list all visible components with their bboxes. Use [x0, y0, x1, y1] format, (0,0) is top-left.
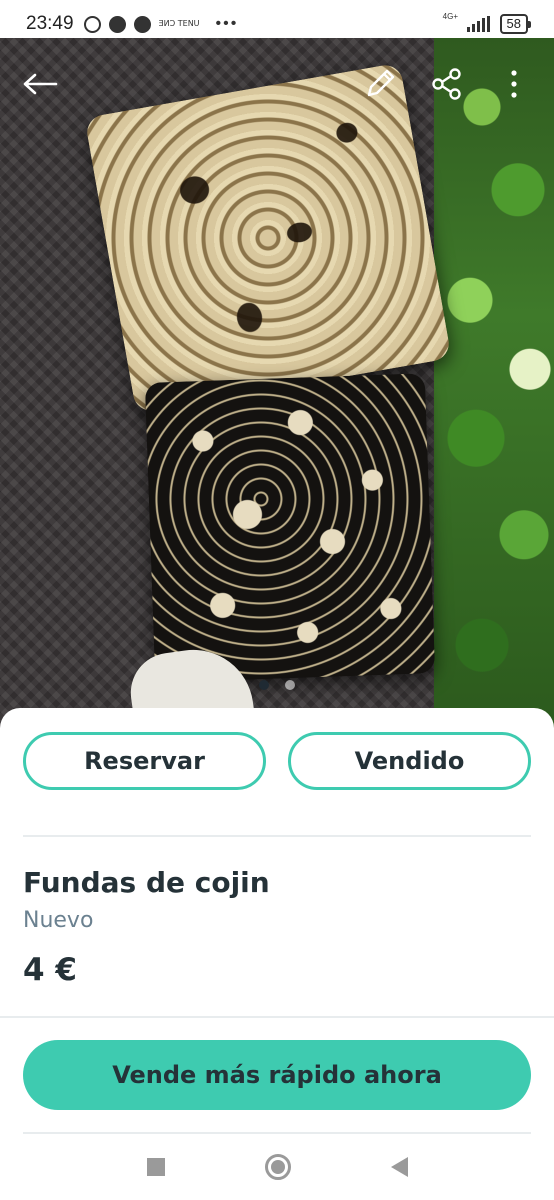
notification-icons: ƎИƆ ΤΕΝU ••• [83, 15, 239, 33]
system-nav-bar [0, 1134, 554, 1200]
alarm-icon [83, 15, 101, 33]
system-back-icon[interactable] [390, 1157, 408, 1177]
product-photo[interactable] [0, 38, 554, 728]
recent-apps-icon[interactable] [146, 1158, 165, 1176]
product-title: Fundas de cojin [23, 866, 270, 899]
edit-button[interactable] [356, 60, 404, 108]
product-sheet: Reservar Vendido Fundas de cojin Nuevo 4… [0, 708, 554, 1200]
reserve-button[interactable]: Reservar [23, 732, 266, 790]
battery-indicator: 58 [499, 14, 532, 34]
pencil-icon [367, 69, 395, 97]
divider [0, 1016, 554, 1018]
back-button[interactable] [16, 60, 64, 108]
pager-dot-active[interactable] [259, 680, 269, 690]
photo-cushion-gold [84, 62, 452, 414]
app-icon [133, 15, 151, 33]
signal-icon [466, 16, 490, 32]
network-type: 4G+ [442, 12, 458, 21]
photo-cushion-black [144, 373, 436, 683]
more-notifications-icon: ••• [215, 15, 239, 32]
app-notification-text: ƎИƆ ΤΕΝU [158, 19, 200, 28]
share-icon [432, 68, 461, 100]
share-button[interactable] [423, 60, 471, 108]
product-condition: Nuevo [23, 908, 94, 933]
status-right: 4G+ 58 [443, 12, 532, 34]
photo-pager [0, 680, 554, 690]
more-button[interactable] [490, 60, 538, 108]
back-arrow-icon [23, 73, 58, 95]
product-price: 4 € [23, 952, 77, 988]
chat-icon [108, 15, 126, 33]
sell-faster-button[interactable]: Vende más rápido ahora [23, 1040, 531, 1110]
sold-button[interactable]: Vendido [288, 732, 531, 790]
more-vertical-icon [511, 70, 517, 98]
home-icon[interactable] [264, 1154, 291, 1180]
status-time: 23:49 [26, 13, 74, 34]
divider [23, 835, 531, 837]
status-actions: Reservar Vendido [23, 732, 531, 790]
pager-dot[interactable] [285, 680, 295, 690]
photo-leaves [434, 38, 554, 728]
